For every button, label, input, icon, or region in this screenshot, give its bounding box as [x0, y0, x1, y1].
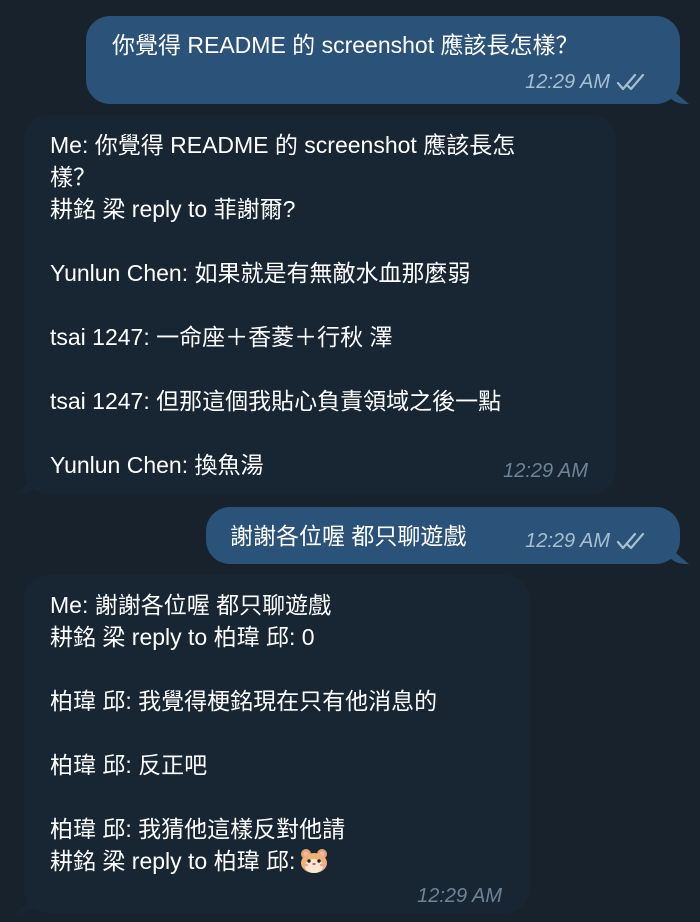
- message-line: Me: 謝謝各位喔 都只聊遊戲: [50, 592, 332, 618]
- message-line: 柏瑋 邱: 我覺得梗銘現在只有他消息的: [50, 688, 438, 714]
- message-text: 你覺得 README 的 screenshot 應該長怎樣？: [112, 32, 579, 58]
- message-line: Me: 你覺得 README 的 screenshot 應該長怎: [50, 132, 516, 158]
- message-line: Yunlun Chen: 如果就是有無敵水血那麼弱: [50, 260, 471, 286]
- message-time: 12:29 AM: [525, 530, 610, 552]
- incoming-message[interactable]: Me: 你覺得 README 的 screenshot 應該長怎 樣？ 耕銘 梁…: [24, 115, 616, 494]
- incoming-message[interactable]: Me: 謝謝各位喔 都只聊遊戲 耕銘 梁 reply to 柏瑋 邱: 0 柏瑋…: [24, 575, 530, 913]
- message-meta: 12:29 AM: [525, 525, 646, 557]
- outgoing-message[interactable]: 謝謝各位喔 都只聊遊戲 12:29 AM: [206, 507, 680, 564]
- message-time: 12:29 AM: [503, 460, 588, 482]
- message-time: 12:29 AM: [417, 885, 502, 907]
- message-line-with-emoji: 耕銘 梁 reply to 柏瑋 邱:: [50, 845, 437, 877]
- message-line: tsai 1247: 但那這個我貼心負責領域之後一點: [50, 388, 502, 414]
- message-line: Yunlun Chen: 換魚湯: [50, 452, 264, 478]
- message-meta: 12:29 AM: [417, 880, 502, 912]
- message-line: 樣？: [50, 164, 96, 190]
- chat-history[interactable]: 你覺得 README 的 screenshot 應該長怎樣？ 12:29 AM …: [0, 0, 700, 922]
- message-meta: 12:29 AM: [503, 455, 588, 487]
- message-line: tsai 1247: 一命座＋香菱＋行秋 澤: [50, 324, 393, 350]
- message-line: 柏瑋 邱: 反正吧: [50, 752, 208, 778]
- double-check-icon: [616, 72, 646, 92]
- message-text: 謝謝各位喔 都只聊遊戲: [230, 523, 467, 549]
- outgoing-message[interactable]: 你覺得 README 的 screenshot 應該長怎樣？ 12:29 AM: [86, 16, 680, 104]
- hamster-face-icon: [299, 848, 329, 874]
- message-line: 柏瑋 邱: 我猜他這樣反對他請: [50, 816, 346, 842]
- message-line: 耕銘 梁 reply to 柏瑋 邱: 0: [50, 624, 315, 650]
- double-check-icon: [616, 531, 646, 551]
- message-time: 12:29 AM: [525, 71, 610, 93]
- message-line: 耕銘 梁 reply to 菲謝爾?: [50, 196, 296, 222]
- message-meta: 12:29 AM: [525, 66, 646, 98]
- message-line: 耕銘 梁 reply to 柏瑋 邱:: [50, 848, 296, 874]
